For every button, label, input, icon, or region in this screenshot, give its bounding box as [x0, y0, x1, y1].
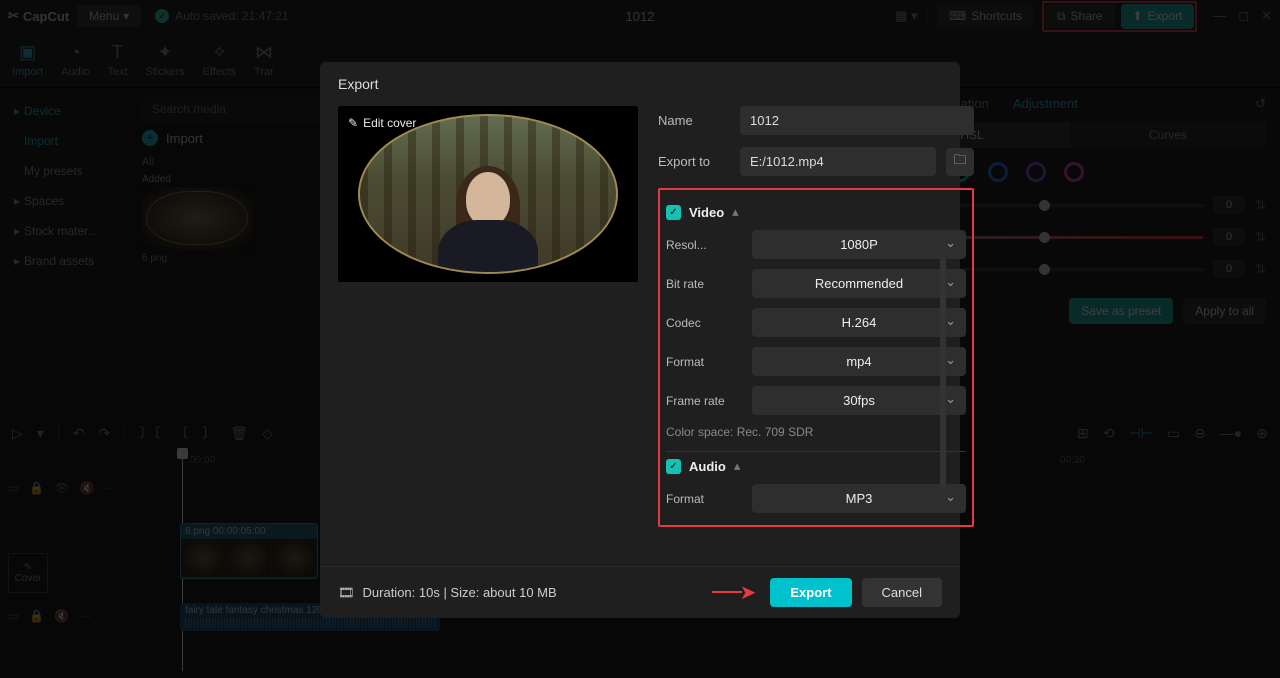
modal-overlay: Export ✎ Edit cover Name Export to [0, 0, 1280, 678]
export-preview: ✎ Edit cover [338, 106, 638, 282]
audio-format-label: Format [666, 492, 742, 506]
audio-checkbox[interactable]: ✓ [666, 459, 681, 474]
cancel-button[interactable]: Cancel [862, 578, 942, 607]
bitrate-label: Bit rate [666, 277, 742, 291]
exportto-label: Export to [658, 154, 730, 169]
codec-label: Codec [666, 316, 742, 330]
resolution-select[interactable]: 1080P [752, 230, 966, 259]
edit-cover-button[interactable]: ✎ Edit cover [348, 116, 416, 130]
format-select[interactable]: mp4 [752, 347, 966, 376]
name-label: Name [658, 113, 730, 128]
format-label: Format [666, 355, 742, 369]
resolution-label: Resol... [666, 238, 742, 252]
collapse-audio-icon[interactable]: ▴ [734, 458, 741, 474]
fps-label: Frame rate [666, 394, 742, 408]
export-button[interactable]: Export [770, 578, 851, 607]
scrollbar[interactable] [940, 258, 946, 488]
export-info: 🎞 Duration: 10s | Size: about 10 MB [338, 585, 557, 601]
audio-section-title: Audio [689, 459, 726, 474]
export-dialog: Export ✎ Edit cover Name Export to [320, 62, 960, 618]
codec-select[interactable]: H.264 [752, 308, 966, 337]
name-input[interactable] [740, 106, 974, 135]
folder-icon[interactable]: 🗀 [946, 148, 974, 176]
exportto-input[interactable] [740, 147, 936, 176]
fps-select[interactable]: 30fps [752, 386, 966, 415]
dialog-title: Export [320, 62, 960, 106]
collapse-icon[interactable]: ▴ [732, 204, 739, 220]
arrow-annotation: ➤ [740, 580, 757, 605]
audio-format-select[interactable]: MP3 [752, 484, 966, 513]
colorspace-text: Color space: Rec. 709 SDR [666, 425, 966, 439]
bitrate-select[interactable]: Recommended [752, 269, 966, 298]
film-icon: 🎞 [338, 585, 355, 601]
video-section-title: Video [689, 205, 724, 220]
video-checkbox[interactable]: ✓ [666, 205, 681, 220]
